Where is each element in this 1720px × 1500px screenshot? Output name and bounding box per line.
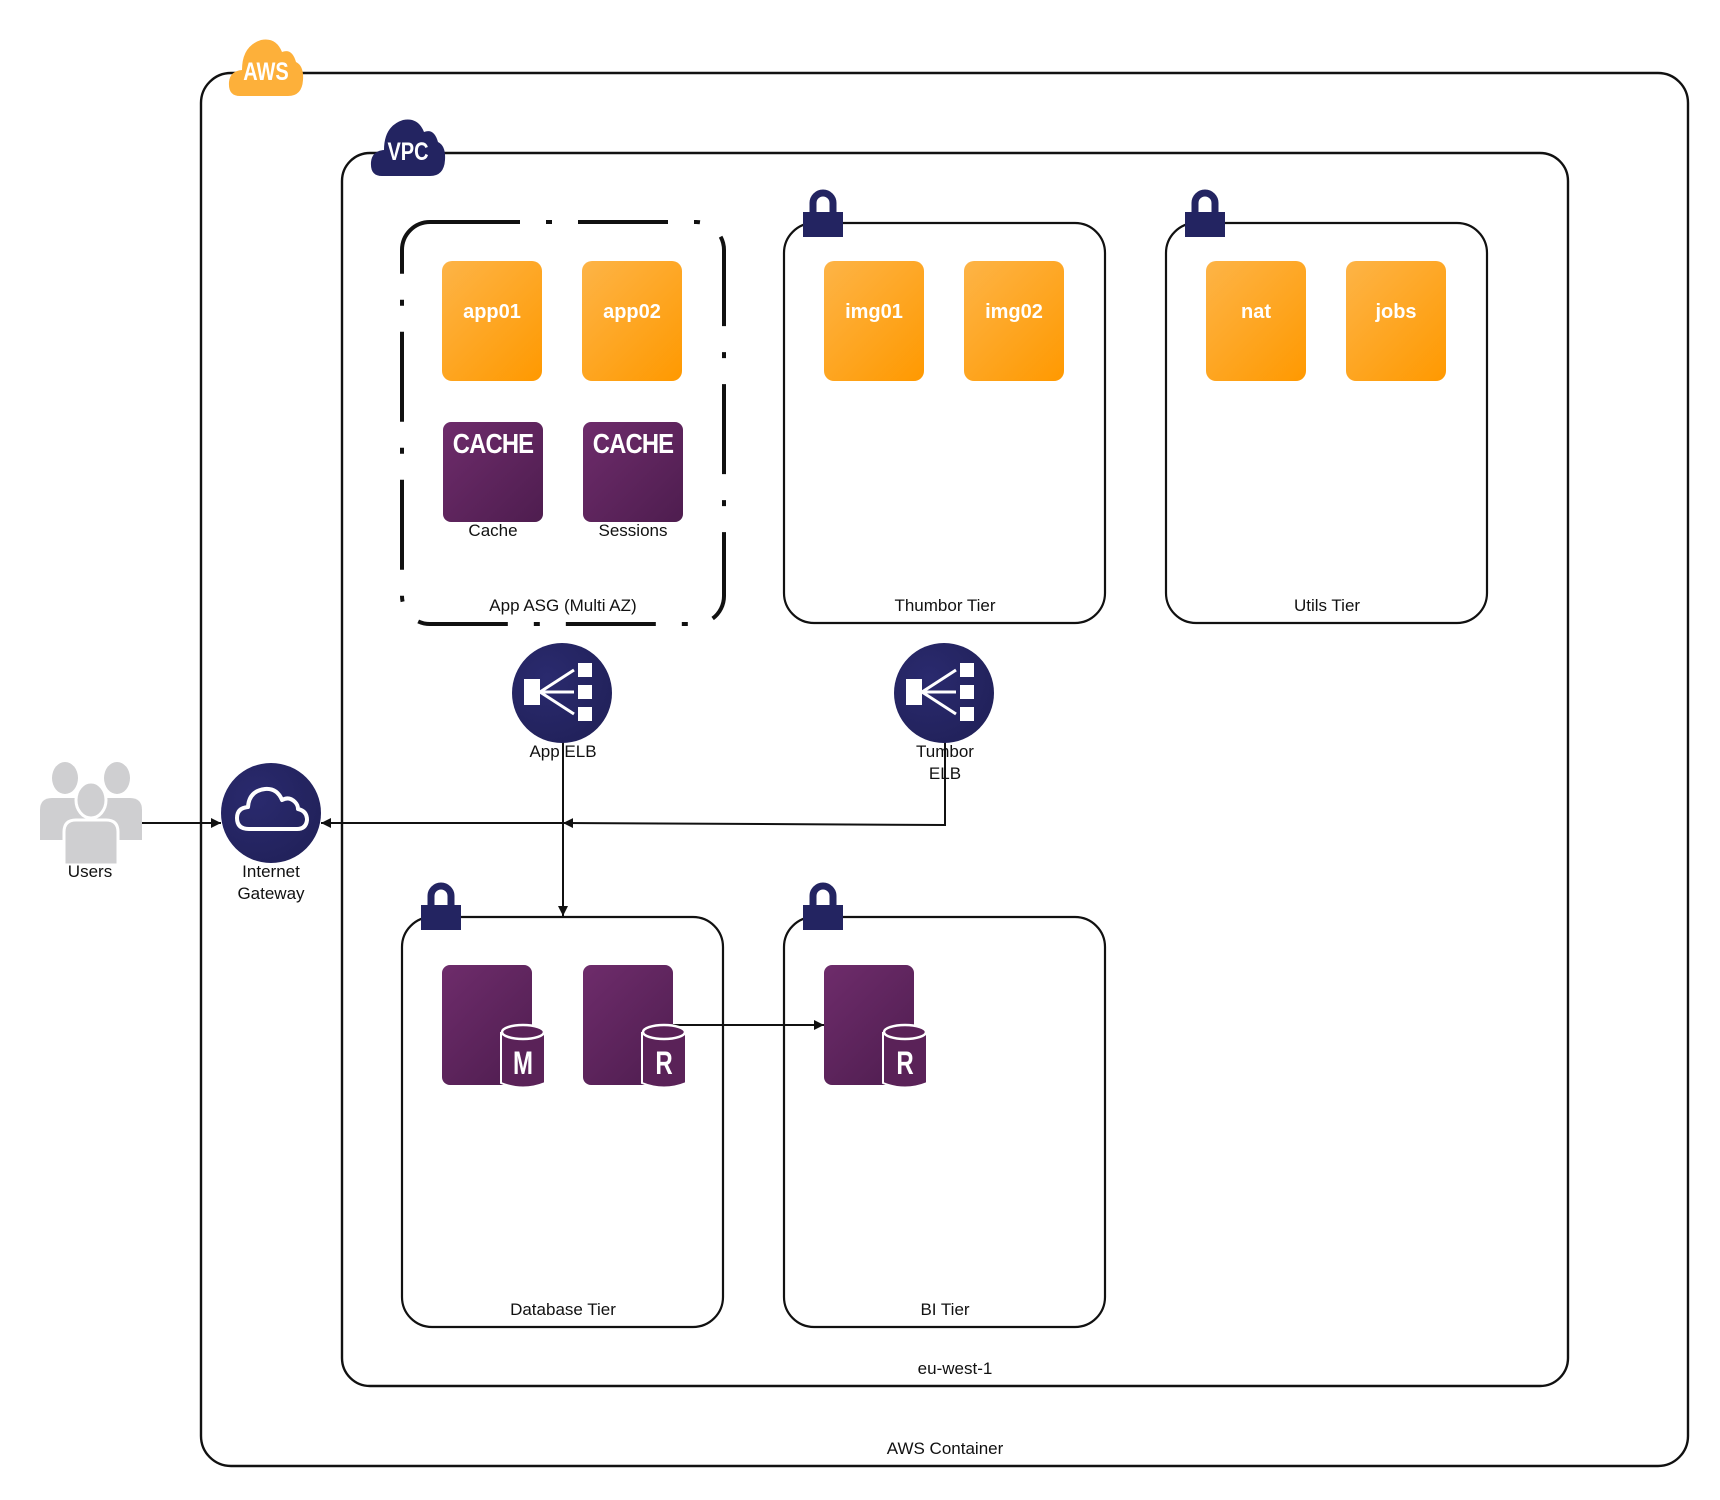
tumbor-elb-label-line1: Tumbor [916, 742, 974, 761]
ec2-instance-img02[interactable]: img02 [964, 261, 1064, 381]
cache-badge-text: CACHE [592, 428, 674, 459]
ec2-instance-app01[interactable]: app01 [442, 261, 542, 381]
utils-tier-label: Utils Tier [1293, 596, 1361, 615]
cache-label: Cache [468, 521, 518, 540]
internet-gateway-node[interactable] [221, 763, 321, 863]
ec2-instance-img01[interactable]: img01 [824, 261, 924, 381]
rds-bi-replica[interactable]: R [824, 965, 928, 1090]
tumbor-elb-node[interactable] [894, 643, 994, 743]
db-role-badge: M [513, 1045, 533, 1081]
db-role-badge: R [655, 1045, 673, 1081]
users-node[interactable] [40, 760, 142, 867]
lock-icon [1185, 189, 1225, 237]
edge-tumbor-elb [562, 715, 946, 829]
ec2-instance-nat[interactable]: nat [1206, 261, 1306, 381]
app-asg-label: App ASG (Multi AZ) [489, 596, 637, 615]
rds-replica[interactable]: R [583, 965, 687, 1090]
lock-icon [421, 882, 461, 930]
lock-icon [803, 882, 843, 930]
ec2-instance-jobs[interactable]: jobs [1346, 261, 1446, 381]
load-balancer-icon [906, 663, 974, 721]
app-elb-label: App ELB [529, 742, 597, 761]
thumbor-tier-label: Thumbor Tier [894, 596, 996, 615]
vpc-badge-text: VPC [387, 138, 429, 166]
ec2-instance-app02[interactable]: app02 [582, 261, 682, 381]
elasticache-sessions[interactable]: CACHE [583, 422, 683, 522]
aws-cloud-badge: AWS [228, 38, 304, 98]
users-icon [40, 762, 142, 867]
cloud-icon [235, 786, 309, 831]
app-elb-node[interactable] [512, 643, 612, 743]
load-balancer-icon [524, 663, 592, 721]
diagram-canvas [140, 71, 1690, 1468]
cache-badge-text: CACHE [452, 428, 534, 459]
db-role-badge: R [896, 1045, 914, 1081]
lock-icon [803, 189, 843, 237]
elasticache-cache[interactable]: CACHE [443, 422, 543, 522]
database-tier-label: Database Tier [510, 1300, 616, 1319]
internet-gateway-label-line1: Internet [242, 862, 300, 881]
internet-gateway-label-line2: Gateway [237, 884, 305, 903]
rds-master[interactable]: M [442, 965, 546, 1090]
aws-badge-text: AWS [243, 58, 289, 86]
aws-container-label: AWS Container [886, 1439, 1004, 1458]
vpc-region-label: eu-west-1 [917, 1359, 993, 1378]
bi-tier-label: BI Tier [920, 1300, 970, 1319]
tumbor-elb-label-line2: ELB [928, 764, 962, 783]
vpc-cloud-badge: VPC [370, 118, 446, 178]
sessions-label: Sessions [598, 521, 668, 540]
users-label: Users [67, 862, 113, 881]
